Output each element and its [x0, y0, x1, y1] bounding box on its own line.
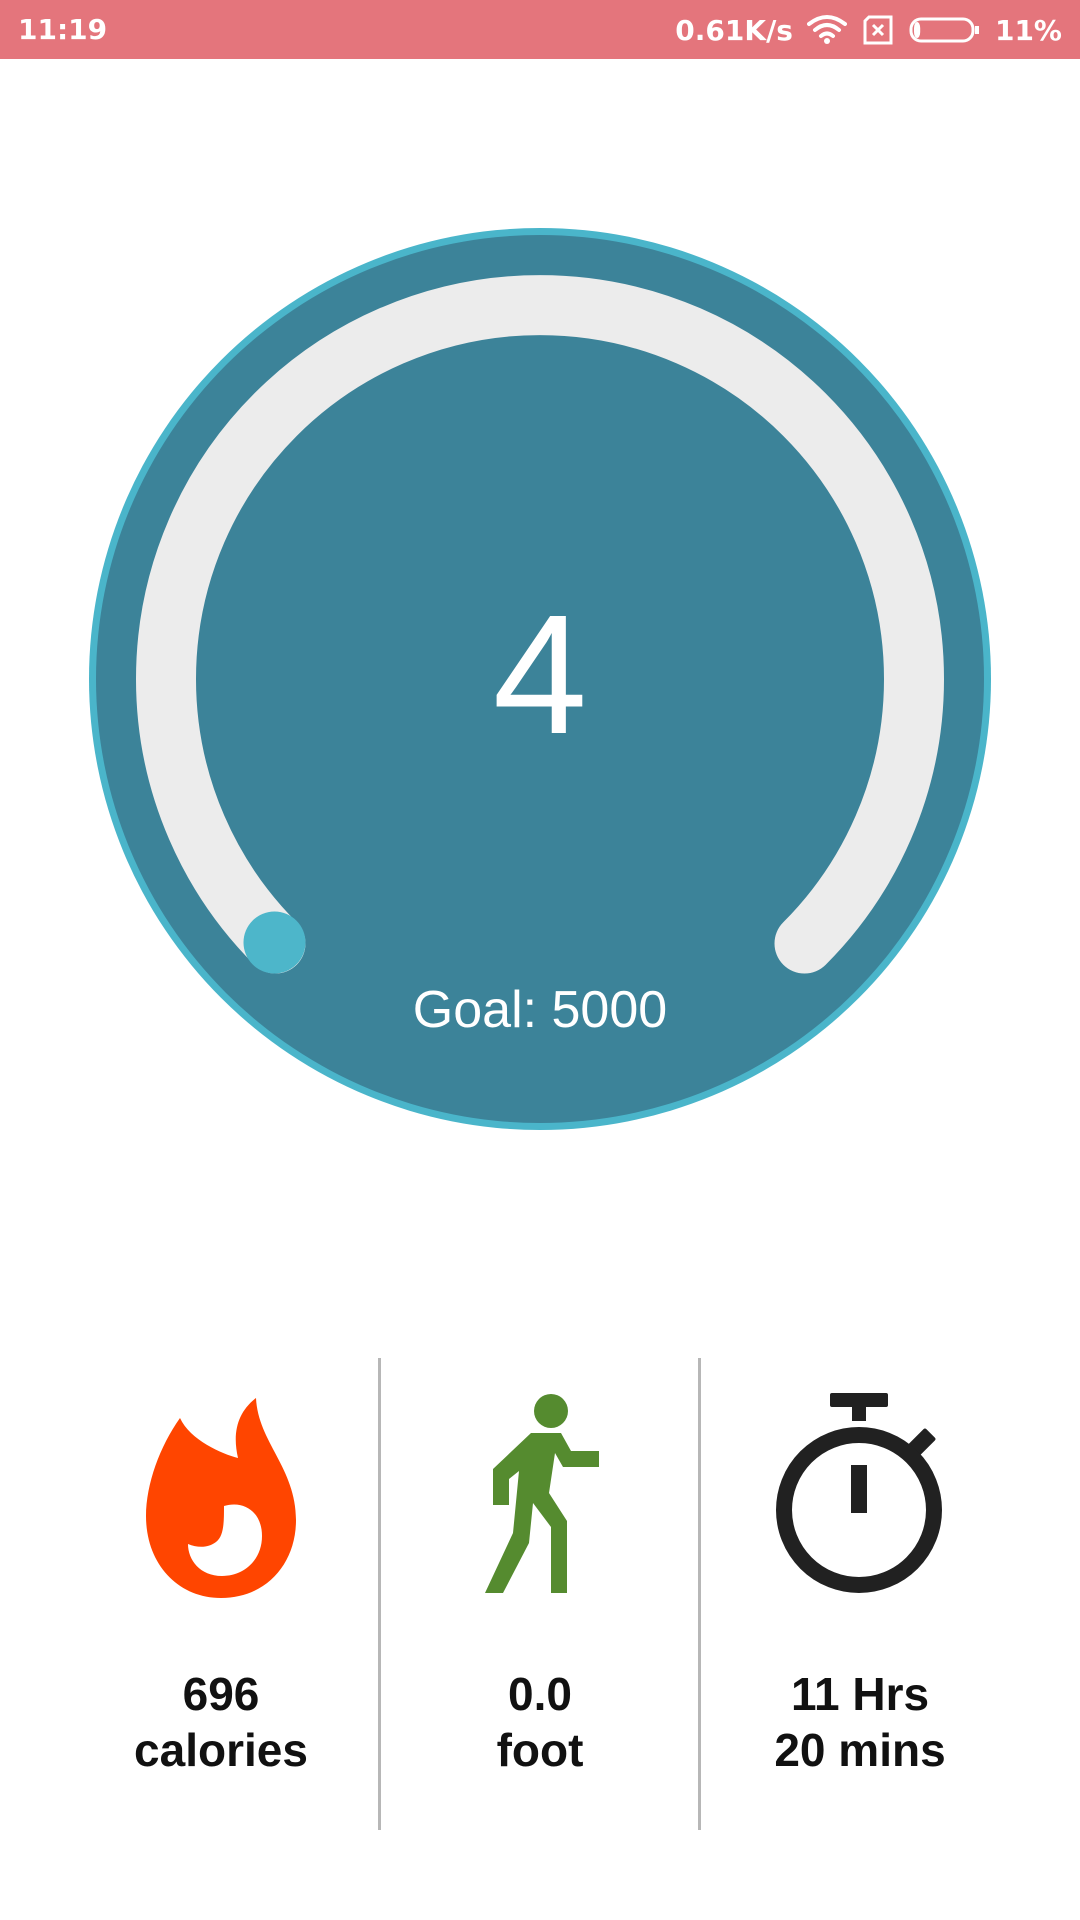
goal-label: Goal: 5000 [412, 981, 668, 1039]
stat-unit: 20 mins [774, 1724, 946, 1776]
stat-unit: foot [496, 1724, 584, 1776]
step-gauge: 4 Goal: 5000 [89, 228, 991, 1130]
stopwatch-icon [700, 1388, 1020, 1608]
step-count: 4 [492, 580, 588, 770]
stat-duration: 11 Hrs 20 mins [700, 1358, 1020, 1830]
stat-value: 0.0 [508, 1668, 572, 1720]
status-bar: 11:19 0.61K/s 11% [0, 0, 1080, 59]
stat-unit: calories [134, 1724, 308, 1776]
battery-icon [909, 15, 981, 45]
walking-person-icon [380, 1388, 700, 1608]
status-time: 11:19 [18, 13, 108, 46]
stats-row: 696 calories 0.0 foot 11 Hrs 20 mins [0, 1358, 1080, 1830]
flame-icon [61, 1388, 381, 1608]
gauge-progress-knob[interactable] [243, 911, 306, 974]
wifi-icon [806, 14, 847, 46]
status-right-group: 0.61K/s 11% [675, 10, 1062, 50]
stat-value: 11 Hrs [790, 1668, 930, 1720]
sim-none-icon [861, 15, 895, 45]
stat-distance: 0.0 foot [380, 1358, 700, 1830]
battery-percent: 11% [994, 13, 1062, 47]
network-speed: 0.61K/s [675, 13, 793, 47]
stat-calories: 696 calories [61, 1358, 381, 1830]
stat-value: 696 [182, 1668, 260, 1720]
